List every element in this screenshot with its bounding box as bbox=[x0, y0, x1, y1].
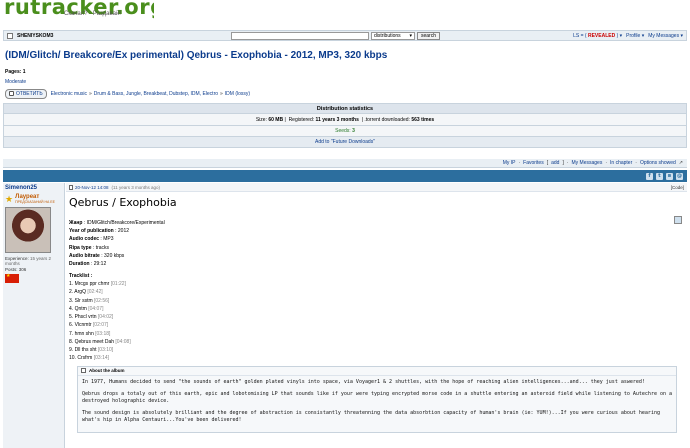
release-info: Жанр : IDM/Glitch/Breakcore/Experimental… bbox=[69, 220, 165, 268]
revealed-status: REVEALED bbox=[587, 32, 616, 39]
user-icon bbox=[7, 32, 13, 39]
track-item: 8. Qebrus meet Dah [04:08] bbox=[69, 338, 131, 345]
chevron-down-icon: ▾ bbox=[409, 32, 412, 39]
breadcrumb: ОТВЕТИТЬ Electronic music » Drum & Bass,… bbox=[5, 88, 250, 99]
code-link[interactable]: [Code] bbox=[671, 185, 684, 190]
search-button[interactable]: search bbox=[417, 31, 441, 40]
track-item: 7. hmn shn [03:18] bbox=[69, 330, 111, 337]
top-bar: SHENIYSKOM3 distributions ▾ search LS = … bbox=[3, 30, 687, 41]
author-rank: ★ Лауреат ПРЕДСКАЗАНИЙ НА ЕЕ bbox=[5, 194, 55, 204]
track-item: 1. Mrcgs ppr chmr [01:22] bbox=[69, 281, 126, 288]
distribution-stats: Distribution statistics Size: 60 MB | Re… bbox=[3, 103, 687, 148]
seeds-row: Seeds: 3 bbox=[4, 126, 686, 137]
torrent-size: 60 MB bbox=[268, 116, 284, 123]
search-scope-select[interactable]: distributions ▾ bbox=[371, 31, 415, 40]
topic-title[interactable]: (IDM/Glitch/ Breakcore/Ex perimental) Qe… bbox=[5, 50, 387, 61]
current-user[interactable]: SHENIYSKOM3 bbox=[7, 32, 227, 39]
post-age: (11 years 3 months ago) bbox=[111, 184, 160, 190]
add-favorite-link[interactable]: add bbox=[551, 160, 559, 166]
options-link[interactable]: Options showed bbox=[640, 160, 676, 166]
seeds-count: 3 bbox=[352, 128, 355, 134]
avatar bbox=[5, 207, 51, 253]
mailru-icon[interactable]: @ bbox=[676, 172, 683, 180]
share-bar: f t в @ bbox=[3, 170, 687, 182]
collapse-icon bbox=[81, 368, 86, 374]
author-experience: Experience: 15 years 2 months bbox=[5, 256, 52, 266]
twitter-icon[interactable]: t bbox=[656, 172, 663, 180]
future-downloads-link[interactable]: Add to "Future Downloads" bbox=[4, 137, 686, 147]
breadcrumb-item[interactable]: Drum & Bass, Jungle, Breakbeat, Dubstep,… bbox=[94, 91, 218, 97]
ls-link[interactable]: LS = ( REVEALED ) ▾ bbox=[573, 33, 622, 39]
reply-icon bbox=[9, 91, 14, 96]
document-icon bbox=[69, 184, 73, 190]
track-item: 4. Qntm [04:07] bbox=[69, 305, 104, 312]
track-item: 2. ArgQ [02:42] bbox=[69, 289, 103, 296]
stats-header: Distribution statistics bbox=[4, 104, 686, 114]
logo-tagline: Скачал? - Раздавай! bbox=[64, 11, 121, 17]
author-panel: Simenon25 ★ Лауреат ПРЕДСКАЗАНИЙ НА ЕЕ E… bbox=[3, 183, 65, 448]
facebook-icon[interactable]: f bbox=[646, 172, 653, 180]
post-date[interactable]: 20-Nov-12 14:08 bbox=[75, 185, 109, 190]
country-flag-icon bbox=[5, 273, 19, 283]
my-messages-link[interactable]: My Messages ▾ bbox=[648, 33, 683, 39]
album-paragraph: In 1977, Humans decided to send "the sou… bbox=[82, 378, 645, 385]
breadcrumb-item[interactable]: IDM (lossy) bbox=[225, 91, 250, 97]
topic-links-bar: My IP · Favorites [add] · My Messages · In … bbox=[3, 159, 687, 168]
track-item: 3. Slr sstm [02:56] bbox=[69, 297, 110, 304]
tracklist: 1. Mrcgs ppr chmr [01:22] 2. ArgQ [02:42]… bbox=[69, 280, 684, 363]
download-count: 563 times bbox=[411, 116, 435, 123]
favorites-link[interactable]: Favorites bbox=[523, 160, 544, 166]
search-input[interactable] bbox=[231, 31, 369, 40]
profile-link[interactable]: Profile ▾ bbox=[626, 33, 644, 39]
track-item: 5. Phscl vrtn [04:02] bbox=[69, 314, 114, 321]
vk-icon[interactable]: в bbox=[666, 172, 673, 180]
post-meta: 20-Nov-12 14:08 (11 years 3 months ago) … bbox=[66, 183, 687, 192]
tracklist-heading: Tracklist : bbox=[69, 273, 93, 280]
author-posts: Posts: 306 bbox=[5, 267, 27, 272]
reply-button[interactable]: ОТВЕТИТЬ bbox=[5, 88, 47, 99]
about-album-spoiler: About the album In 1977, Humans decided … bbox=[77, 365, 677, 433]
about-album-toggle[interactable]: About the album bbox=[78, 367, 676, 376]
user-links: LS = ( REVEALED ) ▾ Profile ▾ My Message… bbox=[573, 33, 683, 39]
image-icon[interactable] bbox=[674, 216, 682, 224]
username: SHENIYSKOM3 bbox=[17, 32, 54, 39]
breadcrumb-item[interactable]: Electronic music bbox=[51, 91, 87, 97]
author-name[interactable]: Simenon25 bbox=[5, 185, 62, 191]
my-messages-link[interactable]: My Messages bbox=[572, 160, 603, 166]
moderate-link[interactable]: Moderate bbox=[5, 79, 26, 85]
site-logo[interactable]: rutracker.org Скачал? - Раздавай! bbox=[4, 0, 154, 19]
track-item: 9. Dll ths sht [03:10] bbox=[69, 347, 114, 354]
registered-time: 11 years 3 months bbox=[315, 116, 359, 123]
in-chapter-link[interactable]: In chapter bbox=[610, 160, 632, 166]
track-item: 6. Vlcnmtr [02:07] bbox=[69, 322, 109, 329]
my-ip-link[interactable]: My IP bbox=[503, 160, 516, 166]
about-album-text: In 1977, Humans decided to send "the sou… bbox=[78, 376, 676, 432]
post-heading: Qebrus / Exophobia bbox=[69, 196, 177, 209]
pages-indicator: Pages: 1 bbox=[5, 69, 26, 75]
post: 20-Nov-12 14:08 (11 years 3 months ago) … bbox=[66, 183, 687, 448]
stats-info: Size: 60 MB | Registered: 11 years 3 mon… bbox=[4, 114, 686, 126]
track-item: 10. Crsfrm [03:14] bbox=[69, 355, 110, 362]
star-icon: ★ bbox=[5, 194, 14, 204]
album-paragraph: The sound design is absolutely brilliant… bbox=[82, 409, 660, 423]
album-paragraph: Qebrus drops a totaly out of this earth,… bbox=[82, 390, 673, 404]
